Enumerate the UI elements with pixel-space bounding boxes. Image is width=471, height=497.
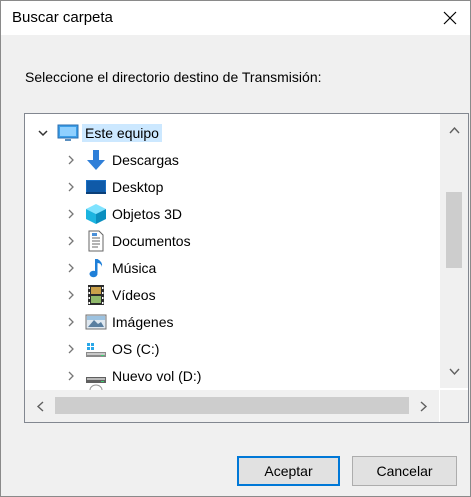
desktop-icon bbox=[85, 176, 107, 198]
tree-item-label: Música bbox=[112, 259, 157, 276]
music-note-icon bbox=[85, 257, 107, 279]
close-button[interactable] bbox=[430, 1, 470, 35]
tree-item-label: Objetos 3D bbox=[112, 205, 183, 222]
download-arrow-icon bbox=[85, 149, 107, 171]
chevron-right-icon[interactable] bbox=[63, 260, 79, 276]
window-title: Buscar carpeta bbox=[12, 9, 113, 26]
tree-item-musica[interactable]: Música bbox=[63, 254, 156, 281]
chevron-right-icon[interactable] bbox=[63, 341, 79, 357]
image-icon bbox=[85, 311, 107, 333]
ok-button[interactable]: Aceptar bbox=[237, 456, 340, 486]
tree-item-este-equipo[interactable]: Este equipo bbox=[35, 119, 162, 146]
chevron-up-icon bbox=[448, 126, 460, 134]
tree-item-label: Documentos bbox=[112, 232, 191, 249]
disc-icon bbox=[85, 382, 107, 390]
chevron-right-icon[interactable] bbox=[63, 179, 79, 195]
tree-item-label: Imágenes bbox=[112, 313, 174, 330]
tree-item-label: OS (C:) bbox=[112, 340, 160, 357]
vertical-scrollbar[interactable] bbox=[440, 114, 468, 388]
tree-item-label: Vídeos bbox=[112, 286, 156, 303]
tree-item-label: Nuevo vol (D:) bbox=[112, 367, 202, 384]
scroll-right-button[interactable] bbox=[417, 398, 431, 414]
cube-3d-icon bbox=[85, 203, 107, 225]
document-icon bbox=[85, 230, 107, 252]
scroll-down-button[interactable] bbox=[446, 364, 462, 380]
tree-item-documentos[interactable]: Documentos bbox=[63, 227, 191, 254]
scroll-up-button[interactable] bbox=[446, 122, 462, 138]
tree-item-imagenes[interactable]: Imágenes bbox=[63, 308, 173, 335]
folder-tree[interactable]: Este equipo Descargas Desktop Objetos 3D… bbox=[24, 113, 469, 423]
tree-item-videos[interactable]: Vídeos bbox=[63, 281, 156, 308]
chevron-right-icon[interactable] bbox=[63, 233, 79, 249]
chevron-right-icon bbox=[420, 400, 428, 412]
scroll-left-button[interactable] bbox=[33, 398, 47, 414]
tree-item-os-c[interactable]: OS (C:) bbox=[63, 335, 159, 362]
tree-item-desktop[interactable]: Desktop bbox=[63, 173, 163, 200]
close-icon bbox=[443, 11, 457, 25]
tree-item-label: Desktop bbox=[112, 178, 164, 195]
film-icon bbox=[85, 284, 107, 306]
chevron-down-icon bbox=[448, 368, 460, 376]
browse-folder-dialog: Buscar carpeta Seleccione el directorio … bbox=[0, 0, 471, 497]
prompt-text: Seleccione el directorio destino de Tran… bbox=[25, 69, 322, 85]
chevron-right-icon[interactable] bbox=[63, 152, 79, 168]
system-drive-icon bbox=[85, 338, 107, 360]
chevron-left-icon bbox=[36, 400, 44, 412]
tree-item-label: Descargas bbox=[112, 151, 179, 168]
scrollbar-corner bbox=[440, 390, 468, 422]
tree-item-label: Este equipo bbox=[82, 123, 162, 142]
chevron-right-icon[interactable] bbox=[63, 206, 79, 222]
chevron-right-icon[interactable] bbox=[63, 287, 79, 303]
horizontal-scrollbar[interactable] bbox=[25, 390, 439, 422]
computer-icon bbox=[57, 122, 79, 144]
tree-item-objetos-3d[interactable]: Objetos 3D bbox=[63, 200, 182, 227]
title-bar: Buscar carpeta bbox=[1, 1, 470, 35]
chevron-right-icon[interactable] bbox=[63, 314, 79, 330]
tree-item-partial bbox=[63, 382, 107, 390]
cancel-button[interactable]: Cancelar bbox=[352, 456, 457, 486]
horizontal-scroll-thumb[interactable] bbox=[55, 397, 409, 414]
vertical-scroll-thumb[interactable] bbox=[446, 192, 462, 268]
chevron-down-icon[interactable] bbox=[35, 125, 51, 141]
tree-item-descargas[interactable]: Descargas bbox=[63, 146, 179, 173]
